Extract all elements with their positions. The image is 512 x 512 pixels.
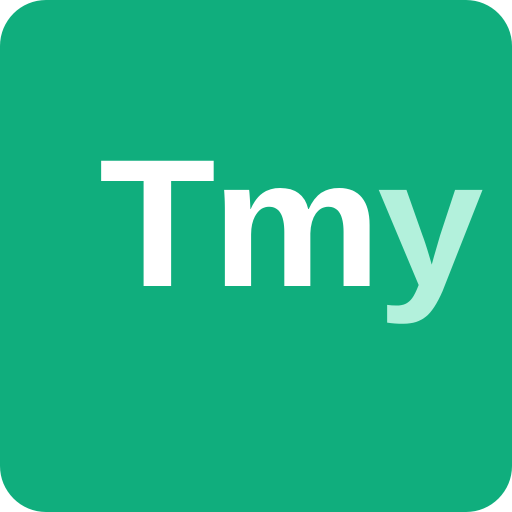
logo-text-main: Tm (99, 121, 381, 325)
logo-text-accent: y (377, 121, 483, 325)
app-icon: Tmy (0, 0, 512, 512)
logo-wordmark: Tmy (99, 132, 484, 314)
